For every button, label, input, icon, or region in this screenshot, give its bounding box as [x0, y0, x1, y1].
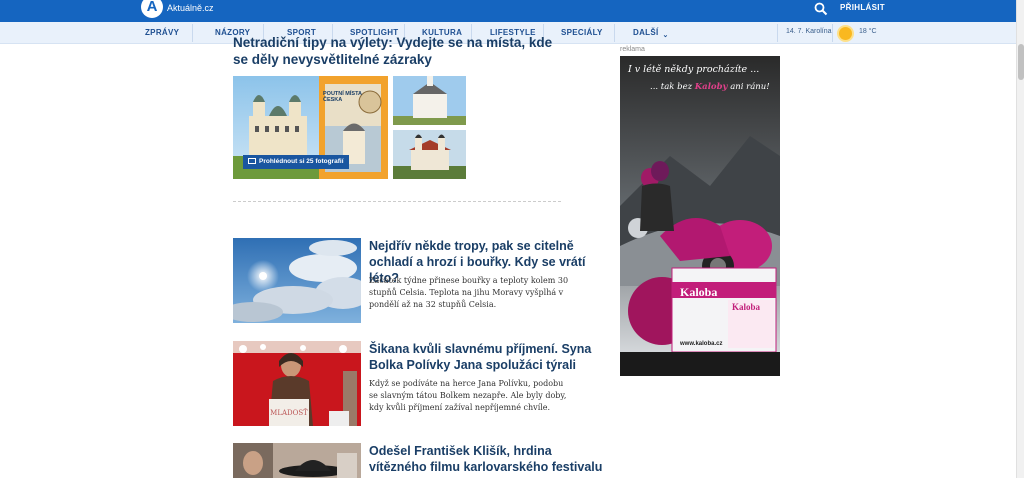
gallery-thumb-image: [393, 76, 466, 125]
nav-separator: [192, 24, 193, 42]
ad-label: reklama: [620, 46, 645, 53]
actor-photo-image: MLADOSŤ: [233, 341, 361, 426]
page-scrollbar[interactable]: [1016, 0, 1024, 478]
chevron-down-icon: ⌄: [662, 32, 669, 39]
gallery-thumb-image: [393, 130, 466, 179]
ad-sub-prefix: ... tak bez: [650, 82, 693, 92]
login-button[interactable]: PŘIHLÁSIT: [840, 3, 885, 12]
article-thumbnail[interactable]: [233, 238, 361, 323]
ad-sub-suffix: ani ránu!: [730, 82, 770, 92]
ad-subheadline: ... tak bez Kaloby ani ránu!: [650, 82, 770, 92]
book-title: POUTNÍ MÍSTA ČESKA: [323, 91, 362, 103]
top-bar: A Aktuálně.cz PŘIHLÁSIT: [0, 0, 1016, 22]
image-icon: [248, 158, 256, 164]
nav-separator: [777, 24, 778, 42]
gallery-open-button[interactable]: Prohlédnout si 25 fotografií: [243, 155, 349, 169]
svg-text:MLADOSŤ: MLADOSŤ: [270, 408, 308, 417]
article-perex: Když se podíváte na herce Jana Polívku, …: [369, 379, 567, 412]
article-thumbnail[interactable]: [233, 443, 361, 478]
logo-icon[interactable]: A: [141, 0, 163, 18]
festival-photo-image: [233, 443, 361, 478]
ad-brand-box: Kaloba: [732, 302, 761, 312]
sun-icon[interactable]: [839, 27, 852, 40]
gallery-thumb[interactable]: [393, 76, 466, 125]
nav-item-specialy[interactable]: SPECIÁLY: [561, 28, 603, 37]
nav-item-dalsi-label: DALŠÍ: [633, 28, 659, 37]
article-title[interactable]: Šikana kvůli slavnému příjmení. Syna Bol…: [369, 341, 605, 373]
section-divider: [233, 201, 561, 202]
ad-sub-brand: Kaloby: [694, 82, 728, 92]
sky-clouds-image: [233, 238, 361, 323]
ad-brand: Kaloba: [680, 285, 718, 299]
nav-item-zpravy[interactable]: ZPRÁVY: [145, 28, 179, 37]
article-perex: Začátek týdne přinese bouřky a teploty k…: [369, 276, 569, 309]
article-thumbnail[interactable]: MLADOSŤ: [233, 341, 361, 426]
article-card[interactable]: Nejdřív někde tropy, pak se citelně ochl…: [233, 238, 603, 324]
advertisement-banner[interactable]: I v létě někdy procházíte ... ... tak be…: [620, 56, 780, 376]
gallery-thumb[interactable]: [393, 130, 466, 179]
nav-separator: [832, 24, 833, 42]
nav-separator: [614, 24, 615, 42]
ad-url[interactable]: www.kaloba.cz: [680, 341, 722, 347]
temperature[interactable]: 18 °C: [859, 28, 877, 35]
ad-background-image: [620, 56, 780, 376]
article-card[interactable]: MLADOSŤ Šikana kvůli slavnému příjmení. …: [233, 341, 603, 427]
article-card[interactable]: Odešel František Klišík, hrdina vítěznéh…: [233, 443, 603, 478]
ad-headline: I v létě někdy procházíte ...: [628, 64, 760, 75]
search-icon[interactable]: [814, 2, 828, 16]
gallery-button-label: Prohlédnout si 25 fotografií: [259, 158, 344, 165]
logo-text[interactable]: Aktuálně.cz: [167, 3, 214, 13]
article-title[interactable]: Netradiční tipy na výlety: Vydejte se na…: [233, 34, 553, 68]
article-title[interactable]: Odešel František Klišík, hrdina vítěznéh…: [369, 443, 605, 475]
scrollbar-thumb[interactable]: [1018, 44, 1024, 80]
date-nameday: 14. 7. Karolína: [786, 28, 832, 35]
nav-item-dalsi[interactable]: DALŠÍ ⌄: [633, 28, 669, 39]
